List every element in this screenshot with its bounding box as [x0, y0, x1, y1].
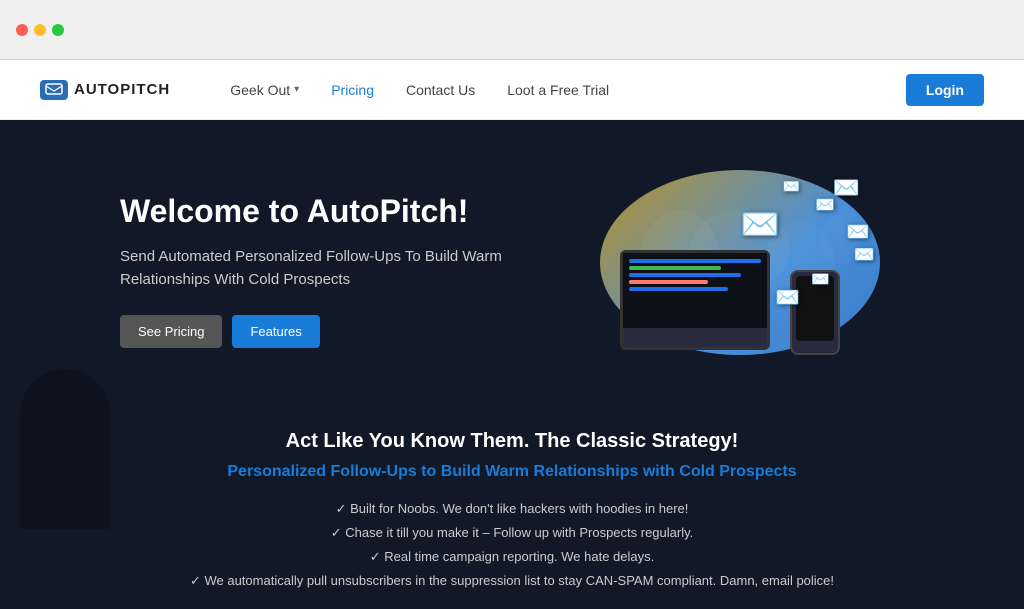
feature-item-1: ✓ Built for Noobs. We don't like hackers…: [336, 501, 689, 517]
strategy-subtitle: Personalized Follow-Ups to Build Warm Re…: [80, 463, 944, 481]
hero-title: Welcome to AutoPitch!: [120, 192, 550, 230]
navbar: AUTOPITCH Geek Out ▾ Pricing Contact Us …: [0, 60, 1024, 120]
envelope-icon-5: ✉️: [854, 245, 875, 265]
silhouette-decoration: [20, 369, 110, 529]
maximize-button[interactable]: [52, 24, 64, 36]
code-line-3: [629, 273, 741, 277]
login-button[interactable]: Login: [906, 74, 984, 106]
chevron-down-icon: ▾: [294, 84, 299, 95]
logo-icon: [40, 80, 68, 100]
hero-section: Welcome to AutoPitch! Send Automated Per…: [0, 120, 1024, 609]
feature-item-4: ✓ We automatically pull unsubscribers in…: [190, 573, 834, 589]
laptop-device: [620, 250, 770, 350]
features-button[interactable]: Features: [232, 315, 319, 348]
envelope-icon-1: ✉️: [833, 175, 860, 201]
code-line-4: [629, 280, 708, 284]
nav-link-contact[interactable]: Contact Us: [406, 82, 475, 98]
hero-text: Welcome to AutoPitch! Send Automated Per…: [120, 192, 550, 348]
feature-item-2: ✓ Chase it till you make it – Follow up …: [331, 525, 694, 541]
hero-illustration: ✉️ ✉️ ✉️ ✉️ ✉️ ✉️ ✉️ ✉️: [590, 170, 890, 370]
envelope-icon-large: ✉️: [740, 205, 780, 243]
logo-text: AUTOPITCH: [74, 81, 170, 98]
envelope-icon-2: ✉️: [815, 195, 835, 215]
see-pricing-button[interactable]: See Pricing: [120, 315, 222, 348]
features-list: ✓ Built for Noobs. We don't like hackers…: [80, 501, 944, 589]
envelope-icon-4: ✉️: [783, 178, 800, 196]
browser-chrome: [0, 0, 1024, 60]
feature-item-3: ✓ Real time campaign reporting. We hate …: [370, 549, 655, 565]
laptop-screen: [623, 253, 767, 328]
envelope-icon-3: ✉️: [846, 220, 870, 244]
code-line-5: [629, 287, 728, 291]
envelope-icon-6: ✉️: [811, 270, 830, 289]
lower-section: Act Like You Know Them. The Classic Stra…: [0, 400, 1024, 609]
traffic-lights: [16, 24, 64, 36]
laptop-base: [623, 328, 767, 347]
envelope-icon-7: ✉️: [775, 285, 800, 310]
nav-link-trial[interactable]: Loot a Free Trial: [507, 82, 609, 98]
nav-link-geekout[interactable]: Geek Out ▾: [230, 82, 299, 98]
nav-links: Geek Out ▾ Pricing Contact Us Loot a Fre…: [230, 82, 906, 98]
nav-link-pricing[interactable]: Pricing: [331, 82, 374, 98]
hero-buttons: See Pricing Features: [120, 315, 550, 348]
close-button[interactable]: [16, 24, 28, 36]
hero-subtitle: Send Automated Personalized Follow-Ups T…: [120, 246, 550, 291]
code-line-2: [629, 266, 721, 270]
strategy-title: Act Like You Know Them. The Classic Stra…: [80, 430, 944, 453]
minimize-button[interactable]: [34, 24, 46, 36]
code-line-1: [629, 259, 761, 263]
hero-content: Welcome to AutoPitch! Send Automated Per…: [0, 120, 1024, 400]
logo[interactable]: AUTOPITCH: [40, 80, 170, 100]
